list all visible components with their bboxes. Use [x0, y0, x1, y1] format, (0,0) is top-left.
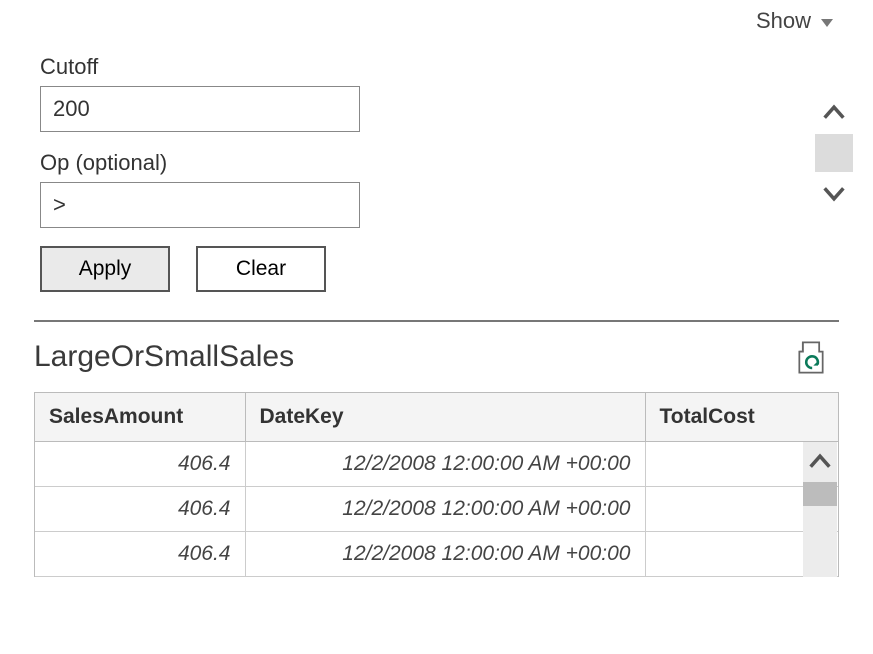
cutoff-input[interactable]	[40, 86, 360, 132]
scroll-thumb[interactable]	[803, 482, 837, 506]
scroll-up-icon[interactable]	[815, 94, 853, 132]
result-title: LargeOrSmallSales	[34, 340, 294, 374]
cell-datekey: 12/2/2008 12:00:00 AM +00:00	[245, 442, 645, 487]
scroll-down-icon[interactable]	[815, 174, 853, 212]
refresh-icon[interactable]	[797, 340, 825, 374]
cell-datekey: 12/2/2008 12:00:00 AM +00:00	[245, 487, 645, 532]
scroll-thumb[interactable]	[815, 134, 853, 172]
cell-datekey: 12/2/2008 12:00:00 AM +00:00	[245, 532, 645, 577]
cell-salesamount: 406.4	[35, 532, 245, 577]
cell-salesamount: 406.4	[35, 487, 245, 532]
cell-salesamount: 406.4	[35, 442, 245, 487]
op-input[interactable]	[40, 182, 360, 228]
table-row[interactable]: 406.4 12/2/2008 12:00:00 AM +00:00 2	[35, 532, 838, 577]
show-dropdown[interactable]: Show	[756, 8, 833, 34]
table-header-row: SalesAmount DateKey TotalCost	[35, 393, 838, 442]
show-label: Show	[756, 8, 811, 34]
table-row[interactable]: 406.4 12/2/2008 12:00:00 AM +00:00 2	[35, 487, 838, 532]
apply-button[interactable]: Apply	[40, 246, 170, 292]
col-totalcost[interactable]: TotalCost	[645, 393, 838, 442]
scroll-up-icon[interactable]	[803, 442, 837, 482]
clear-button[interactable]: Clear	[196, 246, 326, 292]
chevron-down-icon	[821, 19, 833, 27]
table-row[interactable]: 406.4 12/2/2008 12:00:00 AM +00:00 2	[35, 442, 838, 487]
col-salesamount[interactable]: SalesAmount	[35, 393, 245, 442]
table-scrollbar[interactable]	[803, 442, 837, 577]
results-table: SalesAmount DateKey TotalCost 406.4 12/2…	[35, 393, 838, 577]
op-label: Op (optional)	[40, 150, 833, 176]
col-datekey[interactable]: DateKey	[245, 393, 645, 442]
section-divider	[34, 320, 839, 322]
cutoff-label: Cutoff	[40, 54, 833, 80]
params-scrollbar[interactable]	[815, 94, 853, 212]
